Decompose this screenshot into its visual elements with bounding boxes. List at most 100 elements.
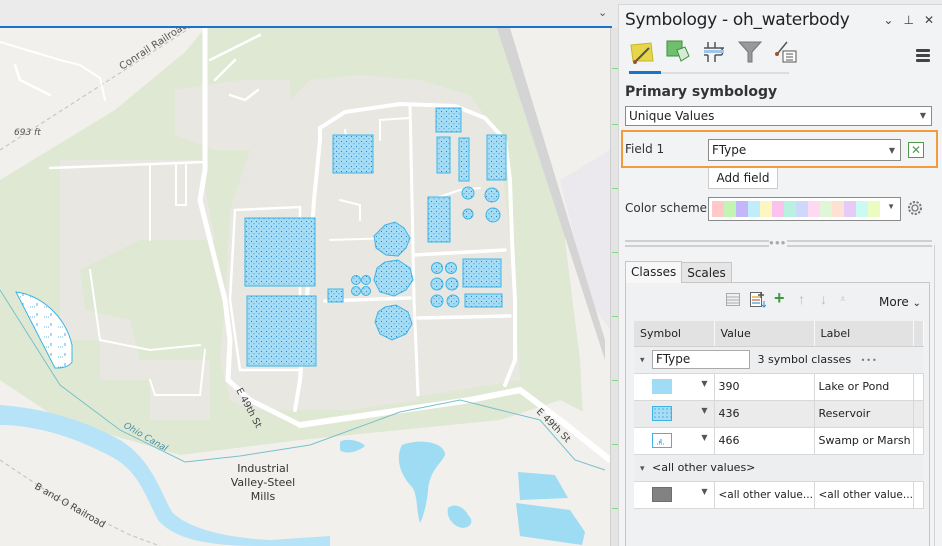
label-cell[interactable]: <all other value... <box>814 481 914 509</box>
symbol-dropdown-icon[interactable]: ▼ <box>701 406 707 415</box>
active-tab-indicator <box>629 71 661 74</box>
value-cell[interactable]: 436 <box>714 400 815 428</box>
map-view-header: ⌄ <box>0 0 612 26</box>
symbol-layer-drawing-icon <box>704 42 724 62</box>
map-view[interactable]: Conrail Railroad 693 ft E 49th St E 49th… <box>0 28 610 546</box>
close-icon[interactable]: ✕ <box>924 13 934 27</box>
symbology-pane: Symbology - oh_waterbody ⌄ ⊥ ✕ Primary s… <box>618 4 942 546</box>
chevron-down-icon: ▼ <box>919 111 926 120</box>
color-swatch <box>772 201 784 217</box>
symbol-swatch-lake[interactable] <box>652 379 672 394</box>
label-elevation: 693 ft <box>14 128 41 138</box>
group-heading-row: ▾ FType 3 symbol classes ••• <box>634 346 923 374</box>
move-down-icon[interactable]: ↓ <box>820 291 827 307</box>
table-row[interactable]: ▼ 390 Lake or Pond <box>634 373 924 401</box>
color-swatch <box>760 201 772 217</box>
vary-symbology-tab[interactable] <box>665 39 691 65</box>
move-bottom-icon[interactable]: ⩡ <box>840 294 846 305</box>
menu-icon[interactable] <box>916 49 930 62</box>
symbol-cell[interactable]: ▼ <box>634 400 715 428</box>
symbol-cell[interactable]: ▼ <box>634 373 715 401</box>
color-swatch <box>856 201 868 217</box>
table-row[interactable]: ▼ 466 Swamp or Marsh <box>634 427 924 455</box>
pane-scroll-edge <box>934 245 935 546</box>
value-cell[interactable]: <all other value... <box>714 481 815 509</box>
chevron-down-icon: ▼ <box>887 202 895 211</box>
pane-title: Symbology - oh_waterbody <box>625 10 850 30</box>
label-place-line2: Valley-Steel <box>231 476 295 489</box>
classes-panel: + ↑ ↓ ⩡ More ⌄ Symbol Value Label ▾ FTyp… <box>625 282 930 546</box>
symbol-dropdown-icon[interactable]: ▼ <box>701 433 707 442</box>
pane-options-icon[interactable]: ⌄ <box>883 13 893 27</box>
more-label: More <box>879 295 909 309</box>
renderer-select[interactable]: Unique Values ▼ <box>625 106 932 126</box>
more-menu-button[interactable]: More ⌄ <box>879 295 921 309</box>
color-swatch <box>844 201 856 217</box>
table-row[interactable]: ▼ <all other value... <all other value..… <box>634 481 924 509</box>
add-field-button[interactable]: Add field <box>708 168 778 189</box>
expression-x-icon: ✕ <box>910 143 922 157</box>
column-header-value[interactable]: Value <box>714 321 815 347</box>
value-cell[interactable]: 466 <box>714 427 815 455</box>
tab-scales[interactable]: Scales <box>681 262 732 283</box>
tool-tab-track <box>629 71 789 74</box>
symbol-layer-drawing-tab[interactable] <box>701 39 727 65</box>
color-swatch <box>784 201 796 217</box>
label-symbology-tab[interactable] <box>773 39 799 65</box>
funnel-icon <box>737 41 763 63</box>
section-heading: Primary symbology <box>625 84 778 100</box>
group-heading-input[interactable]: FType <box>652 350 751 369</box>
table-row[interactable]: ▼ 436 Reservoir <box>634 400 924 428</box>
field1-select[interactable]: FType ▼ <box>708 139 901 161</box>
symbol-dropdown-icon[interactable]: ▼ <box>701 487 707 496</box>
chevron-down-icon: ▼ <box>888 146 895 155</box>
collapse-group-icon[interactable]: ▾ <box>640 356 645 366</box>
symbol-swatch-other[interactable] <box>652 487 672 502</box>
grip-icon: ●●● <box>769 238 787 247</box>
symbol-swatch-marsh[interactable] <box>652 433 672 448</box>
label-cell[interactable]: Swamp or Marsh <box>814 427 914 455</box>
symbol-cell[interactable]: ▼ <box>634 481 715 509</box>
column-header-label[interactable]: Label <box>814 321 914 347</box>
add-all-values-icon[interactable] <box>750 291 767 311</box>
other-values-group-row: ▾ <all other values> <box>634 454 923 482</box>
color-swatch <box>736 201 748 217</box>
color-swatch <box>820 201 832 217</box>
primary-symbology-tab[interactable] <box>629 39 655 65</box>
label-cell[interactable]: Reservoir <box>814 400 914 428</box>
symbol-cell[interactable]: ▼ <box>634 427 715 455</box>
color-swatch <box>808 201 820 217</box>
color-swatch <box>868 201 880 217</box>
group-options-icon[interactable]: ••• <box>861 356 878 365</box>
symbol-swatch-reservoir[interactable] <box>652 406 672 421</box>
section-splitter[interactable]: ●●● <box>625 238 932 247</box>
symbol-dropdown-icon[interactable]: ▼ <box>701 379 707 388</box>
column-header-spacer <box>913 321 924 347</box>
color-swatch <box>796 201 808 217</box>
column-header-symbol[interactable]: Symbol <box>634 321 715 347</box>
value-cell[interactable]: 390 <box>714 373 815 401</box>
renderer-value: Unique Values <box>629 109 715 123</box>
other-values-heading: <all other values> <box>652 461 756 474</box>
pane-splitter[interactable] <box>610 28 618 546</box>
list-view-icon[interactable] <box>726 293 740 309</box>
color-scheme-label: Color scheme <box>625 201 708 215</box>
add-class-icon[interactable]: + <box>774 288 785 309</box>
collapse-group-icon[interactable]: ▾ <box>640 464 645 474</box>
symbology-filter-tab[interactable] <box>737 39 763 65</box>
map-tab-dropdown-icon[interactable]: ⌄ <box>598 8 608 19</box>
field1-value: FType <box>712 143 747 157</box>
classes-table: Symbol Value Label ▾ FType 3 symbol clas… <box>634 321 924 509</box>
sql-expression-button[interactable]: ✕ <box>908 142 924 158</box>
color-swatch <box>724 201 736 217</box>
tab-classes[interactable]: Classes <box>625 261 683 283</box>
move-up-icon[interactable]: ↑ <box>798 291 805 307</box>
gear-icon[interactable] <box>906 199 924 217</box>
color-scheme-select[interactable]: ▼ <box>708 197 901 221</box>
app-root: ⌄ Conrail Railroad 693 ft E 49th St E 49… <box>0 0 942 546</box>
brush-list-icon <box>775 41 797 63</box>
color-swatch <box>832 201 844 217</box>
label-cell[interactable]: Lake or Pond <box>814 373 914 401</box>
color-swatch <box>748 201 760 217</box>
pin-icon[interactable]: ⊥ <box>903 13 913 27</box>
